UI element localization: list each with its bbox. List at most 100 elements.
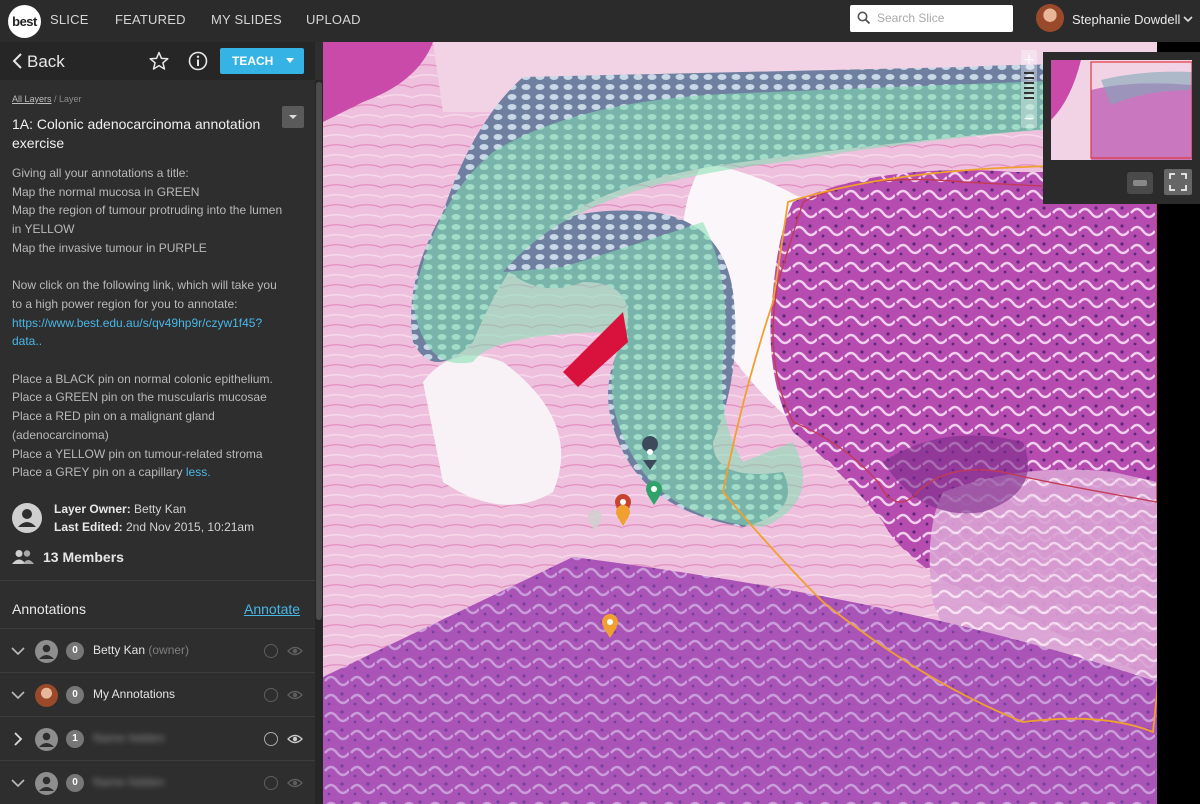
description-line: Map the invasive tumour in PURPLE	[12, 240, 207, 255]
select-radio[interactable]	[264, 688, 278, 702]
person-icon	[39, 732, 54, 747]
pin-instruction: Place a GREEN pin on the muscularis muco…	[12, 390, 267, 405]
fullscreen-icon	[1169, 173, 1187, 191]
chevron-right-icon[interactable]	[10, 731, 26, 747]
nav-upload[interactable]: UPLOAD	[306, 12, 361, 27]
avatar	[35, 684, 58, 707]
annotation-owner-name: Betty Kan (owner)	[93, 643, 189, 657]
high-power-region-link-continued[interactable]: data..	[12, 334, 42, 348]
chevron-down-icon[interactable]	[10, 643, 26, 659]
select-radio[interactable]	[264, 644, 278, 658]
description-line: Map the normal mucosa in GREEN	[12, 184, 200, 199]
user-avatar[interactable]	[1036, 4, 1064, 32]
eye-icon[interactable]	[287, 644, 303, 658]
person-icon	[39, 644, 54, 659]
pin-instruction: Place a RED pin on a malignant gland	[12, 409, 215, 424]
less-link[interactable]: less.	[186, 465, 211, 479]
description-line: in YELLOW	[12, 222, 75, 237]
zoom-control[interactable]: + −	[1020, 50, 1038, 128]
person-icon	[18, 509, 36, 527]
annotation-row[interactable]: 1 Name hidden	[0, 716, 315, 760]
top-navigation-bar: best SLICE FEATURED MY SLIDES UPLOAD Ste…	[0, 0, 1200, 42]
chevron-down-icon[interactable]	[10, 687, 26, 703]
select-radio[interactable]	[264, 776, 278, 790]
search-icon	[857, 11, 871, 25]
nav-featured[interactable]: FEATURED	[115, 12, 186, 27]
navigator-toggle-button[interactable]	[1127, 172, 1153, 194]
teach-label: TEACH	[232, 54, 274, 68]
chevron-left-icon	[12, 53, 22, 69]
breadcrumb-all-layers[interactable]: All Layers	[12, 94, 52, 104]
back-button[interactable]: Back	[12, 52, 65, 72]
annotation-owner-name: My Annotations	[93, 687, 176, 701]
chevron-down-icon[interactable]	[1183, 14, 1193, 24]
search-input[interactable]	[877, 8, 1007, 28]
annotations-heading: Annotations	[12, 601, 86, 617]
annotation-count-badge: 0	[66, 642, 84, 660]
search-box[interactable]	[850, 5, 1013, 32]
avatar	[35, 772, 58, 795]
pin-instruction: Place a GREY pin on a capillary	[12, 465, 186, 480]
best-logo[interactable]: best	[8, 5, 41, 38]
caret-down-icon	[289, 115, 297, 119]
histology-slide-image[interactable]	[323, 42, 1157, 804]
members-icon	[12, 550, 34, 564]
owner-avatar-icon	[12, 503, 42, 533]
teach-dropdown-button[interactable]: TEACH	[220, 48, 304, 74]
navigator-thumbnail[interactable]	[1051, 60, 1192, 160]
owner-label: Layer Owner:	[54, 502, 131, 516]
fullscreen-button[interactable]	[1164, 169, 1192, 195]
annotation-count-badge: 0	[66, 774, 84, 792]
last-edited-label: Last Edited:	[54, 520, 123, 534]
eye-icon[interactable]	[287, 688, 303, 702]
pin-instruction: Place a YELLOW pin on tumour-related str…	[12, 446, 263, 461]
annotation-count-badge: 0	[66, 686, 84, 704]
breadcrumb: All Layers / Layer	[12, 94, 82, 104]
high-power-region-link[interactable]: https://www.best.edu.au/s/qv49hp9r/czyw1…	[12, 316, 262, 330]
pin-instruction: Place a BLACK pin on normal colonic epit…	[12, 371, 273, 386]
members-count[interactable]: 13 Members	[43, 549, 124, 565]
annotation-owner-name: Name hidden	[93, 731, 165, 745]
annotation-row[interactable]: 0 My Annotations	[0, 672, 315, 716]
annotation-row[interactable]: 0 Betty Kan (owner)	[0, 628, 315, 672]
annotation-row[interactable]: 0 Name hidden	[0, 760, 315, 804]
description-line: Giving all your annotations a title:	[12, 166, 189, 180]
layer-owner-info: Layer Owner: Betty Kan Last Edited: 2nd …	[54, 500, 254, 536]
back-label: Back	[27, 52, 65, 71]
svg-text:−: −	[1023, 111, 1035, 127]
eye-icon[interactable]	[287, 732, 303, 746]
user-name[interactable]: Stephanie Dowdell	[1072, 12, 1180, 27]
eye-icon[interactable]	[287, 776, 303, 790]
avatar	[35, 728, 58, 751]
description-line: Now click on the following link, which w…	[12, 278, 277, 293]
layer-options-dropdown[interactable]	[282, 106, 304, 128]
nav-my-slides[interactable]: MY SLIDES	[211, 12, 282, 27]
info-icon[interactable]	[188, 51, 208, 71]
annotation-owner-name: Name hidden	[93, 775, 165, 789]
pin-instruction: (adenocarcinoma)	[12, 427, 109, 442]
svg-text:+: +	[1023, 52, 1035, 68]
breadcrumb-separator: /	[51, 94, 60, 104]
divider	[0, 580, 315, 581]
sidebar-scrollbar-thumb[interactable]	[316, 82, 322, 620]
person-icon	[39, 776, 54, 791]
annotation-owner-name-text: Betty Kan	[93, 643, 146, 657]
slide-viewer[interactable]: + −	[323, 42, 1200, 804]
sidebar-header: Back TEACH	[0, 42, 315, 80]
owner-tag: (owner)	[145, 643, 190, 657]
star-icon[interactable]	[149, 51, 169, 71]
chevron-down-icon[interactable]	[10, 775, 26, 791]
description-line: to a high power region for you to annota…	[12, 296, 238, 311]
nav-slice[interactable]: SLICE	[50, 12, 89, 27]
breadcrumb-current: Layer	[59, 94, 82, 104]
description-line: Map the region of tumour protruding into…	[12, 203, 283, 218]
layer-description: Giving all your annotations a title: Map…	[12, 164, 312, 482]
last-edited-value: 2nd Nov 2015, 10:21am	[122, 520, 255, 534]
owner-value: Betty Kan	[130, 502, 187, 516]
annotate-link[interactable]: Annotate	[244, 601, 300, 617]
select-radio[interactable]	[264, 732, 278, 746]
caret-down-icon	[286, 58, 294, 63]
layer-sidebar: Back TEACH All Layers / Layer 1A: Coloni…	[0, 42, 323, 804]
keyboard-icon	[1133, 180, 1147, 186]
description-blank-line	[12, 258, 312, 277]
